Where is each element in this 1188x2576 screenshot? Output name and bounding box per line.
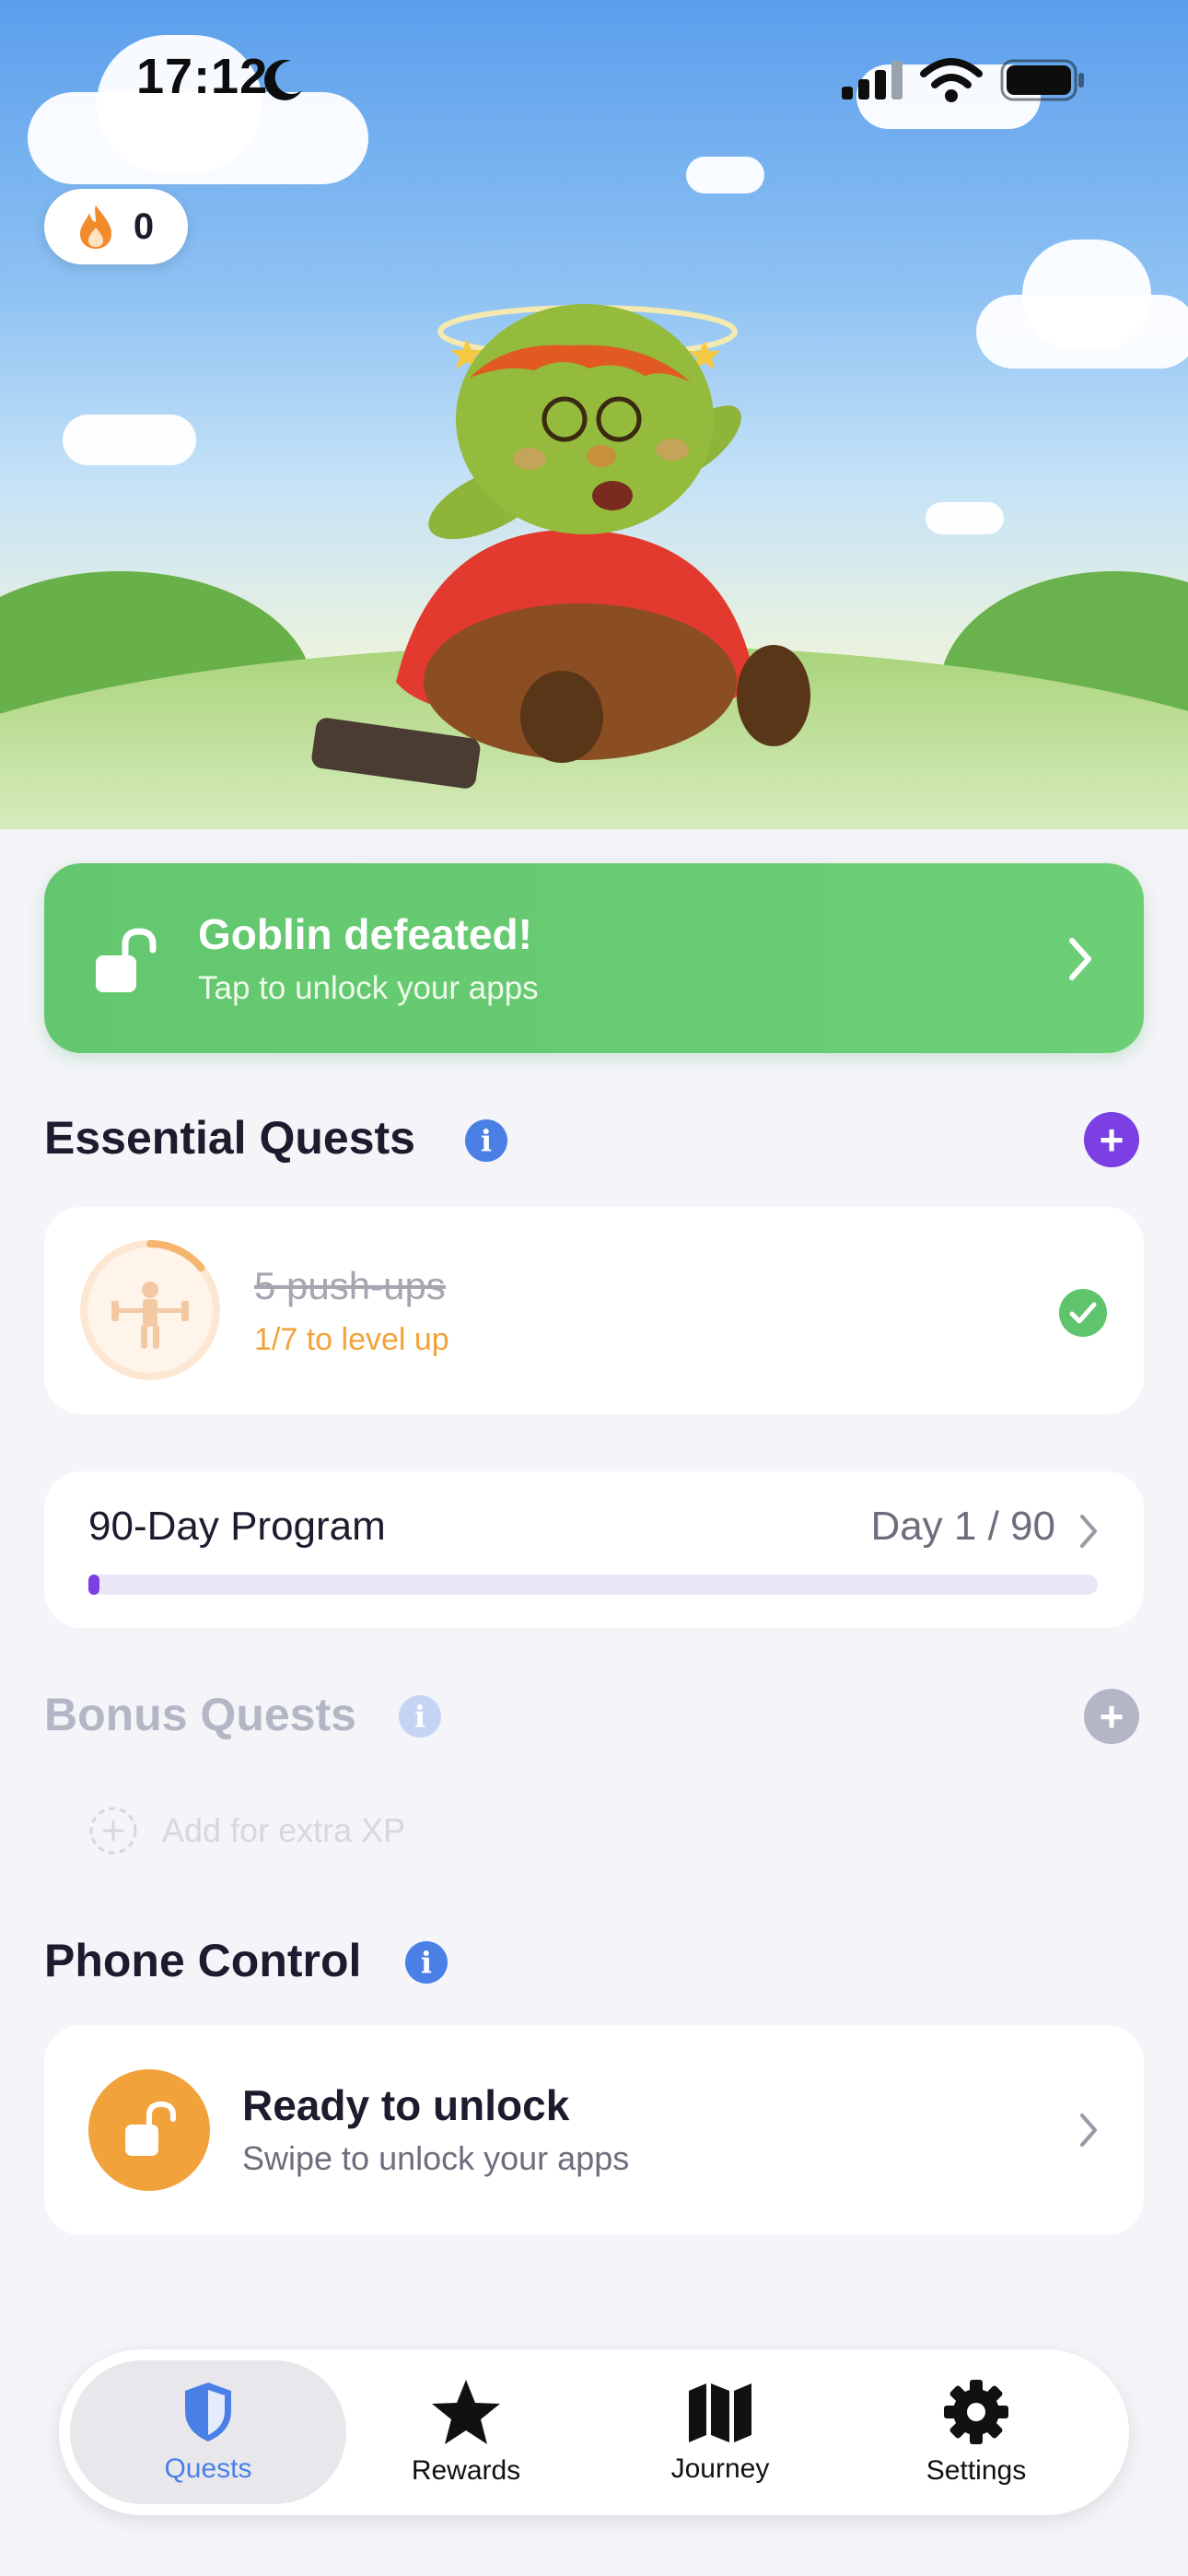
banner-title: Goblin defeated!: [198, 910, 532, 958]
tab-label: Journey: [670, 2453, 770, 2484]
wifi-icon: [920, 58, 983, 102]
bonus-info-icon[interactable]: i: [399, 1695, 441, 1738]
program-progress-track: [88, 1575, 1098, 1595]
battery-icon: [1000, 59, 1084, 101]
tab-label: Quests: [164, 2453, 252, 2484]
unlock-icon: [96, 928, 157, 992]
map-icon: [689, 2383, 751, 2442]
add-circle-icon: [89, 1807, 137, 1855]
level-progress-ring: [80, 1240, 220, 1380]
hero-scene: [0, 0, 1188, 829]
tab-quests[interactable]: Quests: [70, 2360, 346, 2504]
unlock-card-subtitle: Swipe to unlock your apps: [242, 2139, 630, 2177]
tab-bar: Quests Rewards Journey Settings: [59, 2349, 1129, 2515]
add-bonus-quest-row[interactable]: Add for extra XP: [88, 1806, 405, 1856]
tab-label: Settings: [926, 2455, 1027, 2486]
status-time: 17:12: [136, 49, 269, 104]
program-title: 90-Day Program: [88, 1504, 386, 1549]
unlock-card-title: Ready to unlock: [242, 2081, 570, 2129]
program-progress-fill: [88, 1575, 100, 1595]
cloud: [63, 415, 196, 465]
flame-icon: [79, 205, 111, 249]
unlock-icon: [125, 2101, 176, 2156]
tab-journey[interactable]: Journey: [582, 2360, 858, 2504]
shield-icon: [185, 2383, 231, 2441]
check-circle-icon[interactable]: [1058, 1288, 1108, 1338]
phone-control-title: Phone Control: [44, 1935, 362, 1986]
cloud: [686, 157, 764, 193]
tab-label: Rewards: [411, 2455, 521, 2486]
unlock-badge: [88, 2069, 210, 2191]
bonus-quests-title: Bonus Quests: [44, 1689, 356, 1740]
chevron-right-icon: [1080, 1515, 1097, 1548]
gear-icon: [944, 2380, 1008, 2444]
cloud: [1022, 240, 1151, 350]
unlock-banner[interactable]: Goblin defeated! Tap to unlock your apps: [44, 863, 1144, 1053]
ready-to-unlock-card[interactable]: Ready to unlock Swipe to unlock your app…: [44, 2025, 1144, 2235]
quest-card[interactable]: 5 push-ups 1/7 to level up: [44, 1207, 1144, 1414]
streak-badge[interactable]: 0: [44, 189, 188, 264]
moon-icon: [264, 59, 302, 100]
add-essential-quest-button[interactable]: +: [1084, 1112, 1139, 1167]
essential-quests-title: Essential Quests: [44, 1112, 415, 1164]
quest-name: 5 push-ups: [254, 1264, 446, 1307]
tab-settings[interactable]: Settings: [838, 2360, 1114, 2504]
add-bonus-quest-button[interactable]: +: [1084, 1689, 1139, 1744]
program-day-label: Day 1 / 90: [870, 1504, 1055, 1549]
tab-rewards[interactable]: Rewards: [328, 2360, 604, 2504]
cloud: [926, 502, 1004, 534]
star-icon: [432, 2380, 500, 2444]
signal-icon: [842, 61, 903, 100]
chevron-right-icon: [1080, 2113, 1097, 2147]
add-bonus-label: Add for extra XP: [162, 1811, 406, 1849]
goblin-illustration: [311, 304, 810, 789]
banner-subtitle: Tap to unlock your apps: [198, 970, 539, 1006]
essential-info-icon[interactable]: i: [465, 1119, 507, 1162]
program-card[interactable]: 90-Day Program Day 1 / 90: [44, 1471, 1144, 1628]
quest-progress-text: 1/7 to level up: [254, 1322, 449, 1357]
streak-count: 0: [133, 205, 155, 247]
phone-control-info-icon[interactable]: i: [405, 1941, 448, 1984]
chevron-right-icon: [1069, 938, 1091, 980]
